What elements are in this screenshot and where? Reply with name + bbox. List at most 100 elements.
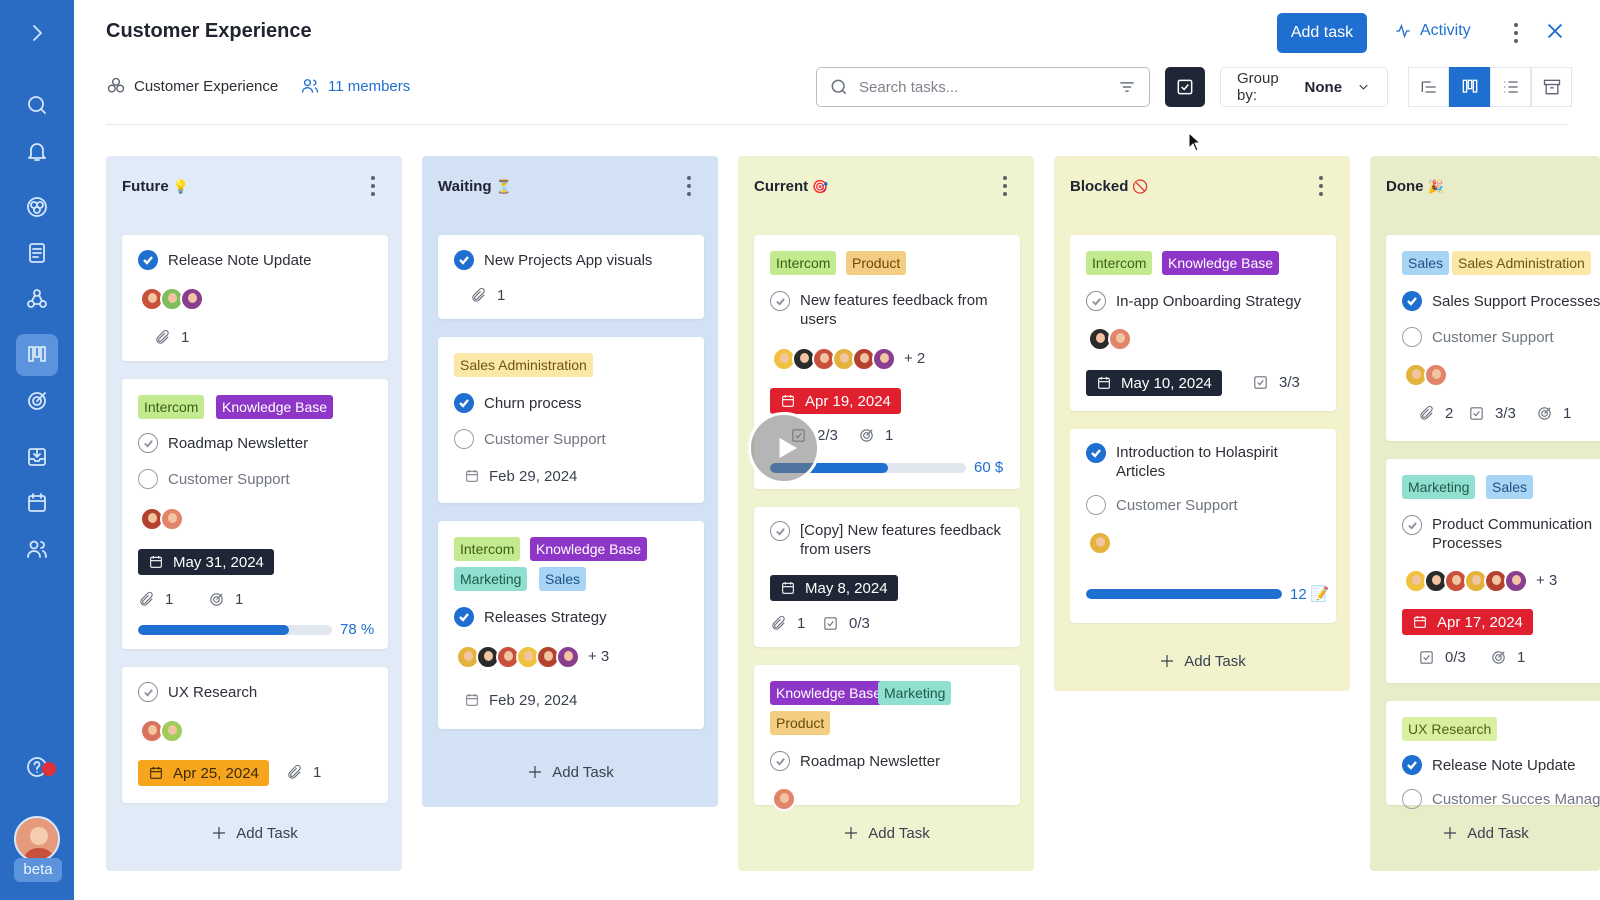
task-card[interactable]: Knowledge Base Marketing Product Roadmap… bbox=[754, 665, 1020, 811]
due-date-badge[interactable]: May 10, 2024 bbox=[1086, 370, 1222, 396]
search-input[interactable] bbox=[859, 78, 1107, 96]
completed-check-icon[interactable] bbox=[138, 250, 158, 270]
checklist-value: 0/3 bbox=[849, 615, 870, 632]
subtask-check-icon[interactable] bbox=[1086, 495, 1106, 515]
add-task-column-button[interactable]: Add Task bbox=[1054, 652, 1350, 670]
assignee-avatars bbox=[1088, 327, 1132, 351]
close-button[interactable] bbox=[1544, 20, 1568, 44]
bell-icon[interactable] bbox=[22, 136, 52, 166]
task-card[interactable]: New Projects App visuals 1 bbox=[438, 235, 704, 319]
due-date: Apr 25, 2024 bbox=[173, 764, 259, 782]
beta-badge: beta bbox=[14, 858, 62, 882]
completed-check-icon[interactable] bbox=[1402, 291, 1422, 311]
calendar-icon[interactable] bbox=[22, 488, 52, 518]
completed-check-icon[interactable] bbox=[1086, 443, 1106, 463]
subtask-title: Customer Support bbox=[484, 430, 606, 448]
task-card[interactable]: UX Research Apr 25, 2024 1 bbox=[122, 667, 388, 803]
check-icon[interactable] bbox=[770, 291, 790, 311]
view-archive[interactable] bbox=[1531, 67, 1572, 107]
checklist-icon bbox=[1470, 407, 1483, 420]
people-icon[interactable] bbox=[22, 534, 52, 564]
column-more-icon[interactable] bbox=[1314, 174, 1328, 198]
workspace-name: Customer Experience bbox=[134, 77, 279, 95]
tag: Sales Administration bbox=[454, 353, 593, 377]
column-blocked: Blocked 🚫 Intercom Knowledge Base In-app … bbox=[1054, 156, 1350, 691]
list-view-icon bbox=[1503, 81, 1518, 93]
add-task-column-button[interactable]: Add Task bbox=[738, 824, 1034, 842]
column-more-icon[interactable] bbox=[998, 174, 1012, 198]
subtask-check-icon[interactable] bbox=[1402, 327, 1422, 347]
circles-icon[interactable] bbox=[22, 192, 52, 222]
due-date-badge[interactable]: Apr 19, 2024 bbox=[770, 388, 901, 414]
calendar-icon bbox=[1098, 377, 1110, 389]
completed-check-icon[interactable] bbox=[454, 250, 474, 270]
check-icon[interactable] bbox=[770, 751, 790, 771]
task-card[interactable]: Release Note Update 1 bbox=[122, 235, 388, 361]
view-hierarchy[interactable] bbox=[1408, 67, 1449, 107]
roles-icon[interactable] bbox=[22, 284, 52, 314]
group-by-select[interactable]: Group by: None bbox=[1220, 67, 1388, 107]
inbox-icon[interactable] bbox=[22, 442, 52, 472]
due-date-badge[interactable]: May 8, 2024 bbox=[770, 575, 898, 601]
task-card[interactable]: Intercom Knowledge Base Roadmap Newslett… bbox=[122, 379, 388, 649]
assignee-avatars bbox=[140, 719, 184, 743]
column-more-icon[interactable] bbox=[366, 174, 380, 198]
due-date-badge[interactable]: May 31, 2024 bbox=[138, 549, 274, 575]
members-count: 11 members bbox=[328, 77, 411, 95]
add-task-column-button[interactable]: Add Task bbox=[1370, 824, 1600, 842]
view-switcher bbox=[1408, 67, 1572, 107]
column-title-text: Waiting bbox=[438, 178, 492, 195]
check-icon[interactable] bbox=[1086, 291, 1106, 311]
subtask-check-icon[interactable] bbox=[1402, 789, 1422, 809]
subtask-check-icon[interactable] bbox=[454, 429, 474, 449]
workspace-link[interactable]: Customer Experience bbox=[106, 76, 278, 96]
task-card[interactable]: Intercom Knowledge Base Marketing Sales … bbox=[438, 521, 704, 729]
task-card[interactable]: UX Research Release Note Update Customer… bbox=[1386, 701, 1600, 809]
add-task-button[interactable]: Add task bbox=[1277, 13, 1367, 53]
check-icon[interactable] bbox=[1402, 515, 1422, 535]
completed-check-icon[interactable] bbox=[454, 393, 474, 413]
add-task-column-button[interactable]: Add Task bbox=[422, 763, 718, 781]
completed-check-icon[interactable] bbox=[1402, 755, 1422, 775]
task-card[interactable]: [Copy] New features feedback from users … bbox=[754, 507, 1020, 647]
due-date-badge[interactable]: Feb 29, 2024 bbox=[464, 687, 577, 713]
task-card[interactable]: Intercom Knowledge Base In-app Onboardin… bbox=[1070, 235, 1336, 411]
check-icon[interactable] bbox=[770, 521, 790, 541]
due-date-badge[interactable]: Apr 25, 2024 bbox=[138, 760, 269, 786]
video-play-button[interactable] bbox=[748, 412, 820, 484]
user-avatar[interactable] bbox=[14, 816, 60, 862]
tag: UX Research bbox=[1402, 717, 1498, 741]
search-icon[interactable] bbox=[22, 90, 52, 120]
members-link[interactable]: 11 members bbox=[300, 76, 410, 96]
completed-check-icon[interactable] bbox=[454, 607, 474, 627]
task-title: Release Note Update bbox=[1432, 756, 1576, 774]
target-icon bbox=[1492, 651, 1505, 664]
more-options-icon[interactable] bbox=[1506, 20, 1526, 46]
check-icon[interactable] bbox=[138, 433, 158, 453]
activity-button[interactable]: Activity bbox=[1394, 22, 1471, 40]
subtask-title: Customer Support bbox=[1116, 496, 1238, 514]
task-card[interactable]: Sales Sales Administration Sales Support… bbox=[1386, 235, 1600, 441]
show-completed-toggle[interactable] bbox=[1165, 67, 1205, 107]
view-list[interactable] bbox=[1490, 67, 1531, 107]
task-card[interactable]: Marketing Sales Product Communication Pr… bbox=[1386, 459, 1600, 683]
board-icon[interactable] bbox=[16, 334, 58, 376]
document-icon[interactable] bbox=[22, 238, 52, 268]
task-card[interactable]: Introduction to Holaspirit Articles Cust… bbox=[1070, 429, 1336, 623]
expand-chevron-icon[interactable] bbox=[22, 18, 52, 48]
view-board[interactable] bbox=[1449, 67, 1490, 107]
lightbulb-icon: 💡 bbox=[172, 178, 189, 194]
tag: Sales Administration bbox=[1452, 251, 1591, 275]
tag: Marketing bbox=[878, 681, 952, 705]
task-card[interactable]: Sales Administration Churn process Custo… bbox=[438, 337, 704, 503]
filter-icon[interactable] bbox=[1117, 77, 1137, 97]
due-date-badge[interactable]: Feb 29, 2024 bbox=[464, 463, 577, 489]
add-task-column-button[interactable]: Add Task bbox=[106, 824, 402, 842]
avatar bbox=[160, 719, 184, 743]
column-more-icon[interactable] bbox=[682, 174, 696, 198]
due-date-badge[interactable]: Apr 17, 2024 bbox=[1402, 609, 1533, 635]
subtask-check-icon[interactable] bbox=[138, 469, 158, 489]
check-icon[interactable] bbox=[138, 682, 158, 702]
column-title-text: Blocked bbox=[1070, 178, 1129, 195]
target-icon[interactable] bbox=[22, 386, 52, 416]
